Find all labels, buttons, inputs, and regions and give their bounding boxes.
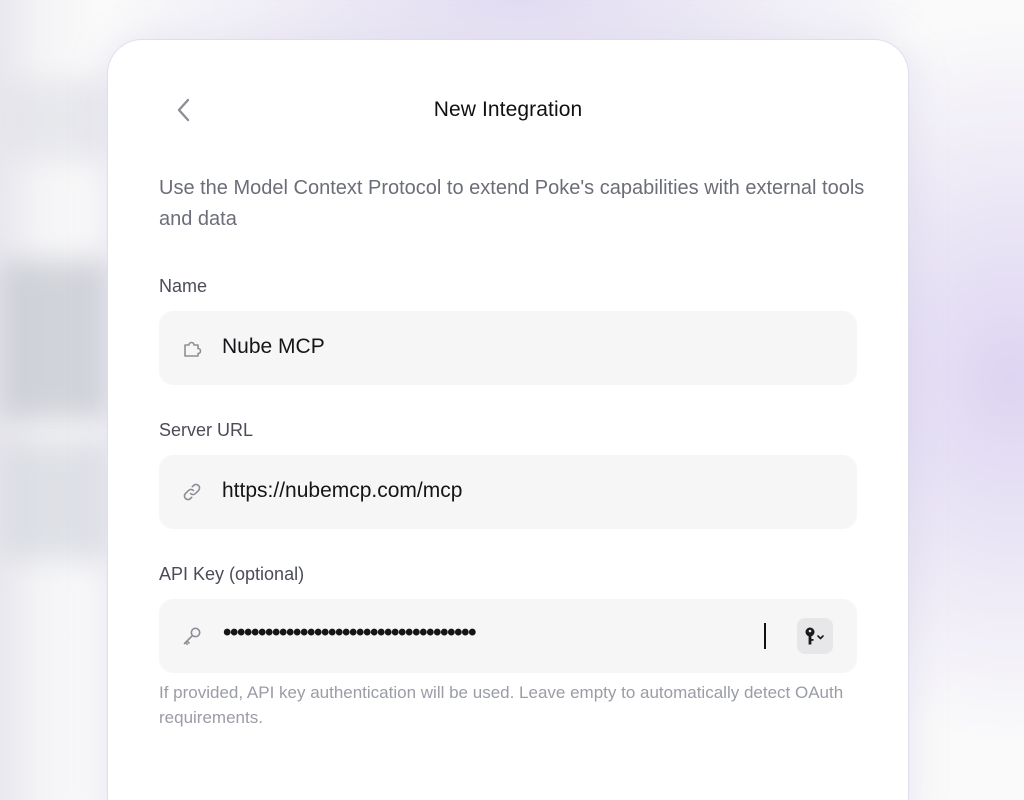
text-cursor [764, 623, 766, 649]
api-key-label: API Key (optional) [159, 564, 305, 584]
server-url-field[interactable]: https://nubemcp.com/mcp [159, 455, 857, 529]
background-window-blur [0, 260, 110, 420]
background-window-blur [0, 440, 110, 560]
api-key-field[interactable]: •••••••••••••••••••••••••••••••••••• [159, 599, 857, 673]
password-key-icon [805, 627, 824, 645]
server-url-label: Server URL [159, 420, 254, 440]
page-title: New Integration [433, 98, 583, 121]
dialog-header: New Integration [108, 90, 908, 130]
server-url-value: https://nubemcp.com/mcp [222, 479, 463, 502]
api-key-hint: If provided, API key authentication will… [159, 683, 844, 727]
key-icon [183, 627, 201, 645]
password-manager-button[interactable] [797, 618, 833, 654]
puzzle-icon [184, 341, 202, 357]
name-field[interactable]: Nube MCP [159, 311, 857, 385]
intro-text: Use the Model Context Protocol to extend… [159, 177, 865, 230]
name-value: Nube MCP [222, 335, 325, 358]
integration-dialog: New Integration Use the Model Context Pr… [108, 40, 908, 800]
link-icon [183, 483, 201, 501]
api-key-masked-value: •••••••••••••••••••••••••••••••••••• [223, 619, 476, 646]
name-label: Name [159, 276, 208, 296]
background-window-blur [0, 80, 110, 160]
